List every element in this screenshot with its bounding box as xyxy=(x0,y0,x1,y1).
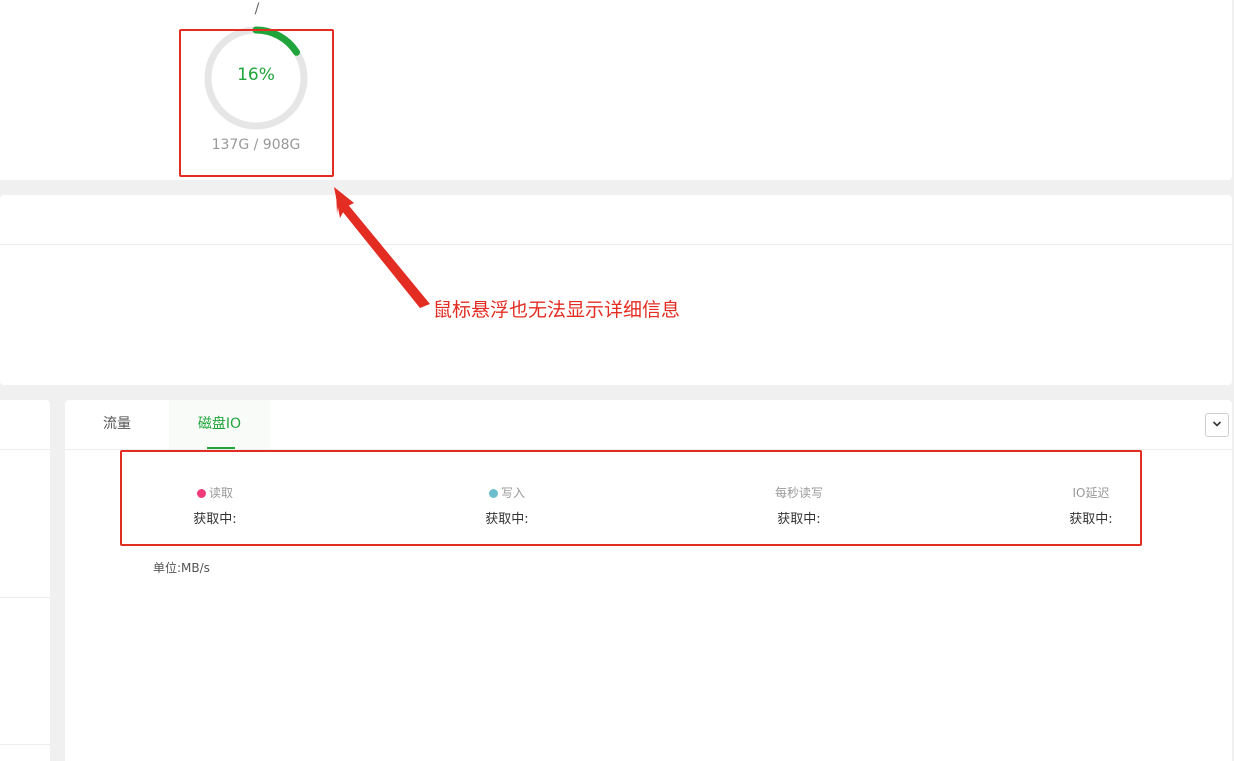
panel-divider xyxy=(0,449,50,450)
panel-divider xyxy=(0,244,1232,245)
middle-panel xyxy=(0,195,1232,385)
annotation-text: 鼠标悬浮也无法显示详细信息 xyxy=(433,299,681,321)
panel-divider xyxy=(0,744,50,745)
tab-disk-io-label: 磁盘IO xyxy=(197,416,242,432)
disk-select-dropdown[interactable] xyxy=(1205,413,1229,437)
tab-traffic[interactable]: 流量 xyxy=(65,400,169,449)
annotation-box-metrics xyxy=(120,450,1142,546)
left-bottom-panel xyxy=(0,400,50,761)
panel-divider xyxy=(0,597,50,598)
disk-mount-label: / xyxy=(254,1,260,17)
active-tab-underline xyxy=(207,447,235,449)
annotation-box-gauge xyxy=(179,29,334,177)
tab-disk-io[interactable]: 磁盘IO xyxy=(169,400,270,449)
monitor-tabs: 流量 磁盘IO xyxy=(65,400,1232,450)
chevron-down-icon xyxy=(1212,421,1222,427)
unit-label: 单位:MB/s xyxy=(153,561,210,575)
